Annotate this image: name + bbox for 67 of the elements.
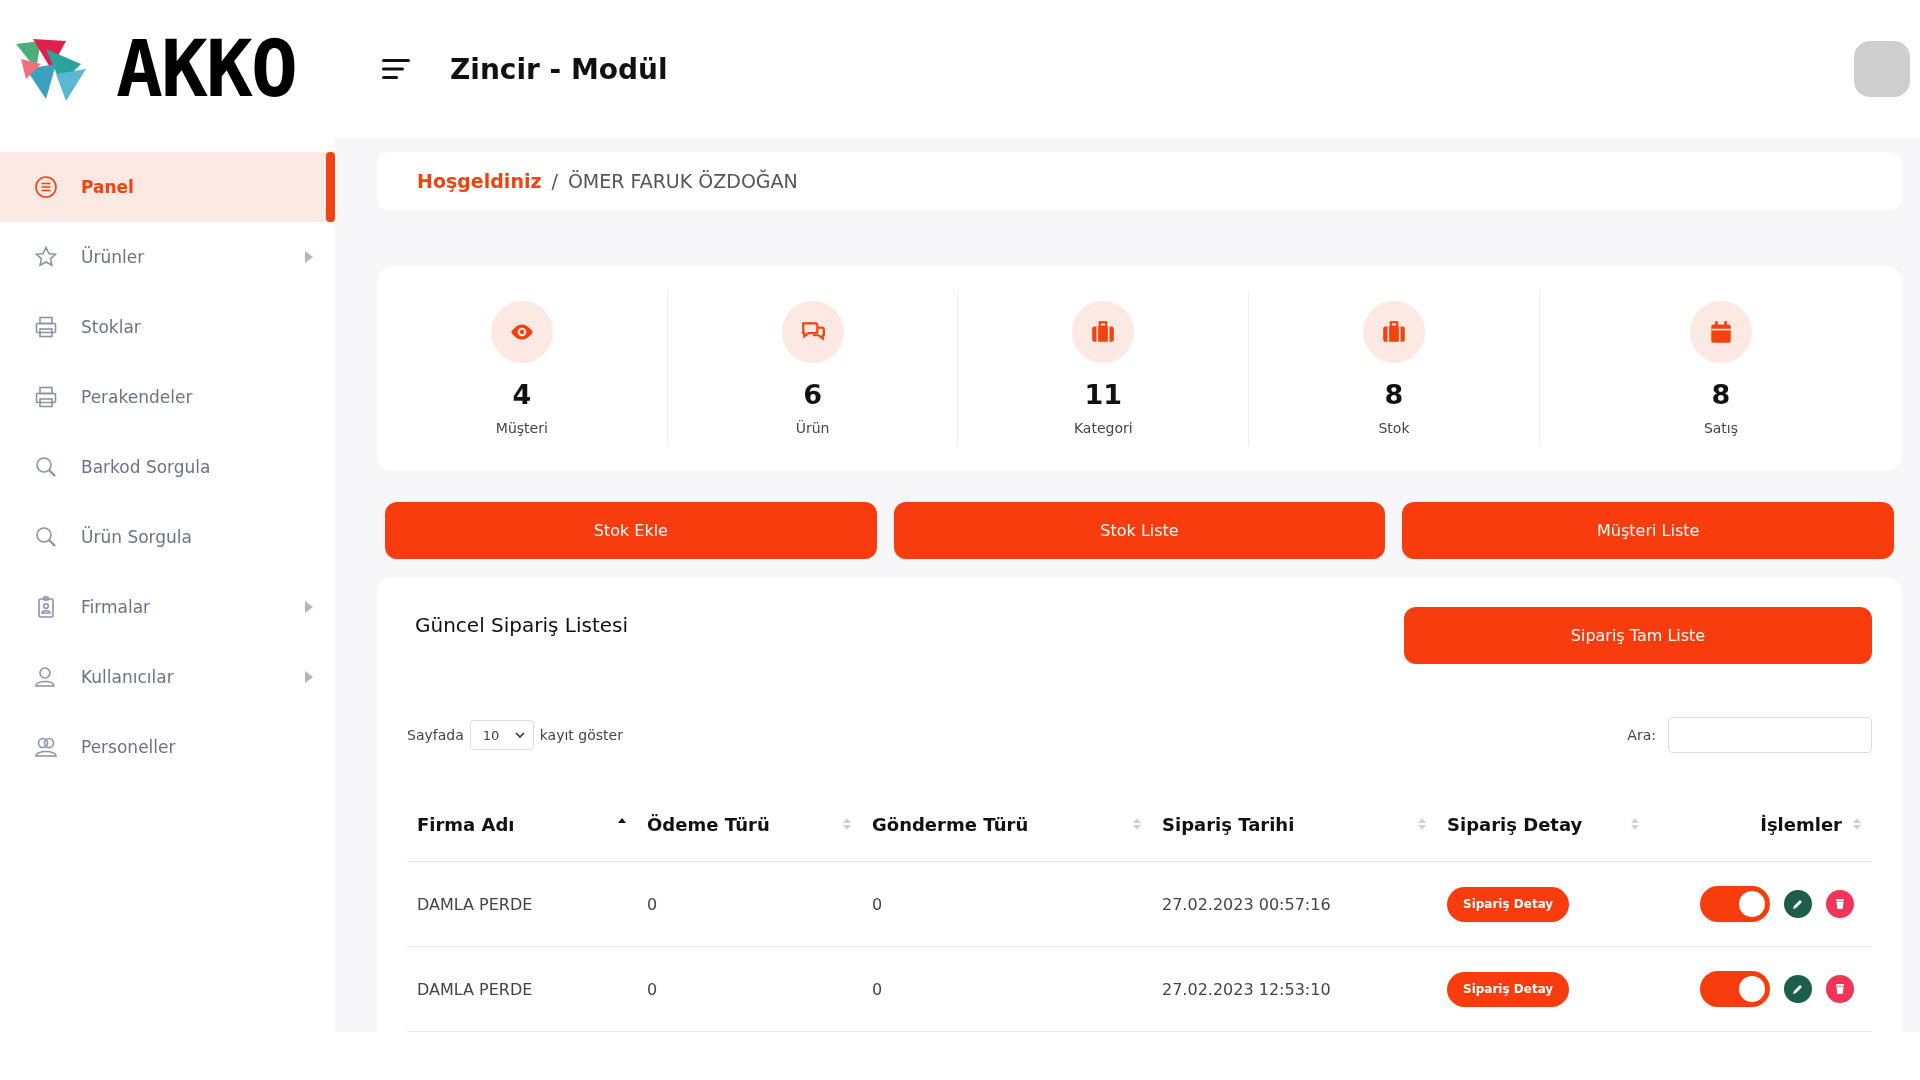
stat-value: 8 [1711,378,1731,410]
edit-icon[interactable] [1784,890,1812,918]
breadcrumb-current: ÖMER FARUK ÖZDOĞAN [567,169,798,192]
length-label: kayıt göster [539,727,623,743]
active-indicator [326,152,335,222]
table-cell: 0 [647,979,658,999]
action-button[interactable]: Stok Ekle [385,502,877,559]
search-label: Ara: [1627,727,1656,743]
printer-icon [34,315,58,339]
logo-text: AKKO [116,30,296,108]
sidebar-item[interactable]: Firmalar [0,572,335,642]
star-icon [34,245,58,269]
order-detail-button[interactable]: Sipariş Detay [1447,971,1570,1007]
table-cell: 27.02.2023 00:57:16 [1162,894,1331,914]
users-icon [34,735,58,759]
orders-title: Güncel Sipariş Listesi [415,613,629,637]
column-header[interactable]: Sipariş Tarihi [1162,813,1295,835]
table-cell: 27.02.2023 12:53:10 [1162,979,1331,999]
column-header[interactable]: Gönderme Türü [872,813,1029,835]
sidebar-item[interactable]: Ürünler [0,222,335,292]
action-button[interactable]: Müşteri Liste [1402,502,1894,559]
status-toggle[interactable] [1700,971,1770,1007]
action-button[interactable]: Stok Liste [893,502,1386,559]
table-cell: 0 [647,894,658,914]
chevron-icon [514,732,525,738]
length-label: Sayfada [407,727,464,743]
table-cell: DAMLA PERDE [417,894,533,914]
delete-icon[interactable] [1826,890,1854,918]
status-toggle[interactable] [1700,886,1770,922]
sidebar-item[interactable]: Panel [0,152,335,222]
sidebar-item[interactable]: Ürün Sorgula [0,502,335,572]
stat-label: Kategori [1073,419,1133,436]
stat-value: 6 [803,378,822,410]
edit-icon[interactable] [1784,975,1812,1003]
stat-label: Müşteri [495,419,548,436]
sidebar-item[interactable]: Kullanıcılar [0,642,335,712]
stat-label: Stok [1378,419,1410,436]
user-icon [34,665,58,689]
sidebar-item[interactable]: Personeller [0,712,335,782]
search-field[interactable] [1668,717,1872,753]
stat-value: 4 [512,378,532,410]
full-list-button[interactable]: Sipariş Tam Liste [1404,607,1872,664]
table-cell: 0 [872,979,883,999]
column-header[interactable]: Sipariş Detay [1447,813,1583,835]
menu-icon[interactable] [382,58,410,80]
search-icon [34,525,58,549]
page-title: Zincir - Modül [450,52,668,86]
stat-value: 8 [1384,378,1404,410]
table-cell: 0 [872,894,883,914]
stat-label: Ürün [795,419,830,436]
stat-value: 11 [1084,378,1123,410]
column-header[interactable]: Ödeme Türü [647,813,770,835]
column-header[interactable]: Firma Adı [417,813,515,835]
search-icon [34,455,58,479]
list-circle-icon [34,175,58,199]
sidebar-item[interactable]: Barkod Sorgula [0,432,335,502]
stat-label: Satış [1703,419,1738,436]
page-size-select[interactable]: 10 [469,720,534,750]
column-header[interactable]: İşlemler [1760,813,1842,835]
breadcrumb-separator: / [551,169,558,192]
breadcrumb-link[interactable]: Hoşgeldiniz [417,169,542,192]
sidebar-item[interactable]: Stoklar [0,292,335,362]
delete-icon[interactable] [1826,975,1854,1003]
table-cell: DAMLA PERDE [417,979,533,999]
sidebar-item[interactable]: Perakendeler [0,362,335,432]
printer-icon [34,385,58,409]
order-detail-button[interactable]: Sipariş Detay [1447,886,1570,922]
